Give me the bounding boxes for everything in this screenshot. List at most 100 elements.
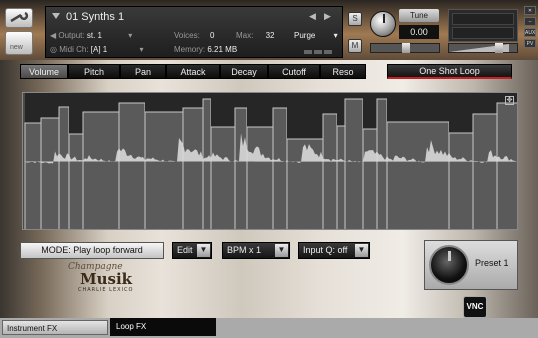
close-icon[interactable]: ✕	[524, 6, 536, 15]
purge-dropdown-icon: ▾	[333, 31, 338, 40]
slice-17[interactable]	[344, 98, 364, 230]
slice-9[interactable]	[202, 98, 212, 230]
aux-button[interactable]: AUX	[524, 28, 536, 37]
slice-11[interactable]	[234, 107, 248, 230]
voices-row: Voices: 0	[174, 31, 214, 40]
expand-icon[interactable]: ✥	[505, 96, 514, 105]
slice-18[interactable]	[362, 128, 378, 230]
level-meter	[448, 9, 518, 42]
wrench-icon[interactable]	[5, 8, 33, 28]
slice-editor-canvas[interactable]	[23, 93, 518, 230]
solo-button[interactable]: S	[348, 12, 362, 26]
champagne-musik-logo: Champagne Musik CHARLIE LEXICO	[60, 262, 152, 294]
voices-value: 0	[210, 31, 215, 40]
logo-line-2: Musik	[80, 270, 133, 288]
slice-1[interactable]	[24, 122, 42, 230]
tune-knob[interactable]	[370, 11, 396, 37]
new-label: new	[10, 44, 23, 51]
slice-15[interactable]	[322, 113, 338, 230]
tab-cutoff[interactable]: Cutoff	[268, 64, 320, 79]
purge-meter	[304, 47, 338, 54]
play-mode-display[interactable]: MODE: Play loop forward	[20, 242, 164, 259]
purge-label: Purge	[294, 31, 316, 40]
max-label: Max:	[236, 31, 254, 40]
pv-button[interactable]: PV	[524, 39, 536, 48]
volume-slider-handle[interactable]	[495, 43, 503, 53]
memory-value: 6.21 MB	[207, 45, 238, 54]
slice-12[interactable]	[246, 126, 274, 230]
slice-10[interactable]	[210, 126, 236, 230]
mute-button[interactable]: M	[348, 39, 362, 53]
volume-slider[interactable]	[448, 43, 518, 53]
midi-row[interactable]: ◎ Midi Ch: [A] 1 ▾	[50, 45, 143, 54]
slice-2[interactable]	[40, 117, 60, 230]
tab-pan[interactable]: Pan	[120, 64, 166, 79]
output-label: Output:	[58, 31, 85, 40]
pan-slider-handle[interactable]	[402, 43, 410, 53]
instrument-info-panel: 01 Synths 1 ◀ ▶ ◀ Output: st. 1 ▾ Voices…	[45, 6, 343, 58]
output-value: st. 1	[86, 31, 102, 40]
inputq-label: Input Q: off	[303, 245, 348, 255]
pan-slider[interactable]	[370, 43, 440, 53]
slice-3[interactable]	[58, 106, 70, 230]
max-value[interactable]: 32	[266, 31, 275, 40]
slice-5[interactable]	[82, 111, 120, 230]
bpm-menu[interactable]: BPM x 1 ▼	[222, 242, 290, 259]
memory-label: Memory:	[174, 45, 206, 54]
purge-menu[interactable]: Purge ▾	[294, 31, 338, 40]
tab-pitch[interactable]: Pitch	[68, 64, 120, 79]
one-shot-loop-button[interactable]: One Shot Loop	[387, 64, 512, 79]
max-voices-row[interactable]: Max: 32	[236, 31, 274, 40]
midi-value: [A] 1	[90, 45, 108, 54]
next-instrument-icon[interactable]: ▶	[324, 12, 331, 22]
edit-label: Edit	[177, 245, 193, 255]
new-instrument-button[interactable]: new	[5, 31, 33, 55]
tab-instrument-fx[interactable]: Instrument FX	[2, 320, 108, 335]
preset-label: Preset 1	[475, 258, 509, 268]
bpm-label: BPM x 1	[227, 245, 262, 255]
tune-label: Tune	[399, 9, 439, 22]
slice-21[interactable]	[448, 132, 474, 230]
slice-7[interactable]	[144, 111, 184, 230]
parameter-tabs: Volume Pitch Pan Attack Decay Cutoff Res…	[20, 64, 512, 79]
kontakt-instrument-window: new 01 Synths 1 ◀ ▶ ◀ Output: st. 1 ▾ Vo…	[0, 0, 538, 338]
logo-line-3: CHARLIE LEXICO	[78, 287, 134, 293]
tune-value[interactable]: 0.00	[399, 25, 439, 39]
output-row[interactable]: ◀ Output: st. 1 ▾	[50, 31, 132, 40]
slice-13[interactable]	[272, 107, 288, 230]
slice-22[interactable]	[472, 113, 498, 230]
vnc-logo: VNC	[463, 296, 487, 318]
loop-slice-editor[interactable]: ✥	[22, 92, 518, 230]
tab-loop-fx[interactable]: Loop FX	[110, 318, 216, 336]
bpm-arrow-icon[interactable]: ▼	[275, 244, 288, 257]
edit-menu[interactable]: Edit ▼	[172, 242, 212, 259]
voices-label: Voices:	[174, 31, 200, 40]
collapse-icon[interactable]	[52, 13, 60, 19]
minimize-icon[interactable]: –	[524, 17, 536, 26]
tab-volume[interactable]: Volume	[20, 64, 68, 79]
midi-label: Midi Ch:	[59, 45, 89, 54]
preset-selector[interactable]: Preset 1	[424, 240, 518, 290]
inputq-arrow-icon[interactable]: ▼	[355, 244, 368, 257]
midi-dropdown-icon: ▾	[139, 45, 144, 54]
slice-8[interactable]	[182, 107, 204, 230]
instrument-name[interactable]: 01 Synths 1	[66, 11, 124, 23]
input-quantize-menu[interactable]: Input Q: off ▼	[298, 242, 370, 259]
slice-20[interactable]	[386, 121, 450, 230]
tab-decay[interactable]: Decay	[220, 64, 268, 79]
slice-4[interactable]	[68, 133, 84, 230]
slice-16[interactable]	[336, 125, 346, 230]
output-dropdown-icon: ▾	[128, 31, 133, 40]
fx-tab-bar: Instrument FX Loop FX	[0, 318, 538, 338]
slice-6[interactable]	[118, 102, 146, 230]
preset-knob[interactable]	[429, 245, 469, 285]
slice-19[interactable]	[376, 98, 388, 230]
instrument-header: new 01 Synths 1 ◀ ▶ ◀ Output: st. 1 ▾ Vo…	[2, 3, 536, 61]
prev-instrument-icon[interactable]: ◀	[309, 12, 316, 22]
tab-attack[interactable]: Attack	[166, 64, 220, 79]
tab-reso[interactable]: Reso	[320, 64, 366, 79]
slice-23[interactable]	[496, 102, 518, 230]
edit-arrow-icon[interactable]: ▼	[197, 244, 210, 257]
memory-row: Memory: 6.21 MB	[174, 45, 237, 54]
midi-icon: ◎	[50, 45, 60, 54]
